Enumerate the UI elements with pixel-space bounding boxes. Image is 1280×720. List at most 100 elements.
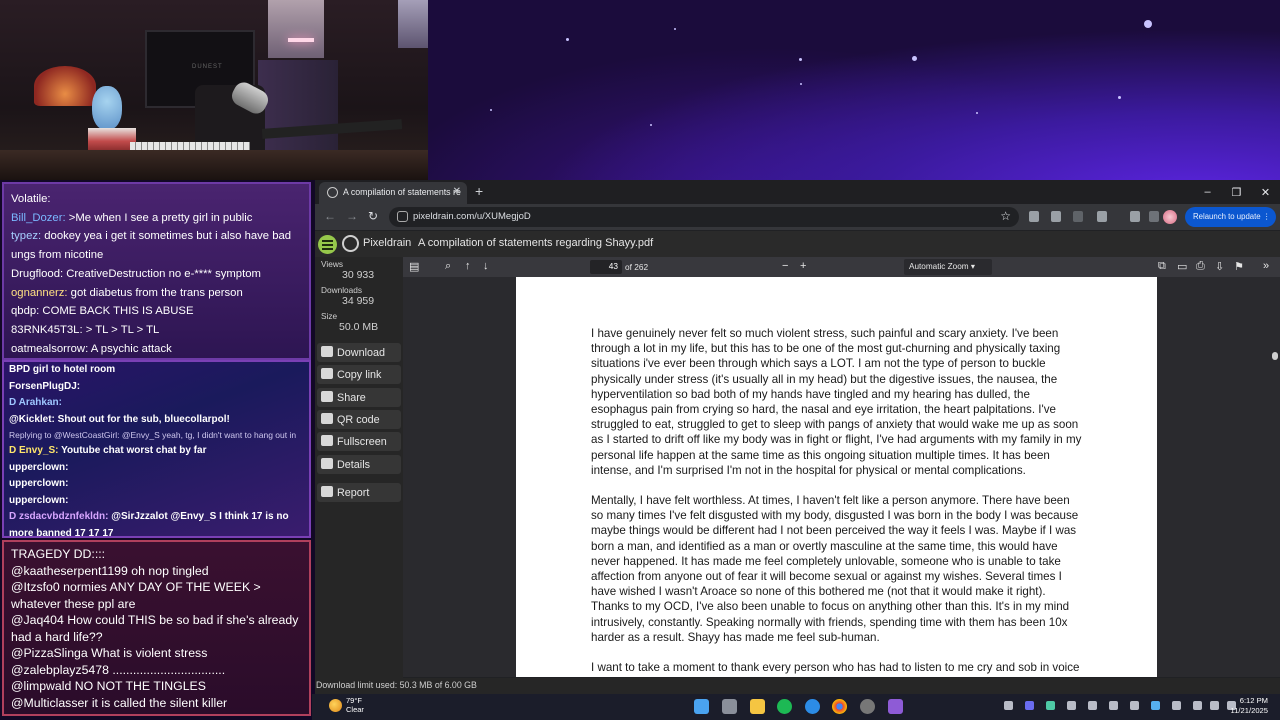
chat-username[interactable]: Drugflood:	[11, 268, 63, 280]
chat-username[interactable]: D Arahkan:	[9, 397, 62, 408]
obs-icon[interactable]	[860, 699, 875, 714]
chat-username[interactable]: typez:	[11, 230, 41, 242]
details-button[interactable]: Details	[317, 455, 401, 474]
chat-username[interactable]: @Itzsfo0	[11, 580, 60, 594]
page-number-input[interactable]: 43	[590, 260, 622, 274]
extension-icon[interactable]	[1029, 211, 1039, 222]
chat-username[interactable]: @Jaq404	[11, 613, 64, 627]
forward-icon[interactable]: →	[346, 209, 358, 223]
presentation-icon[interactable]: ⧉	[1158, 260, 1166, 273]
chrome-icon[interactable]	[832, 699, 847, 714]
zoom-select[interactable]: Automatic Zoom ▾	[904, 259, 992, 275]
chat-username[interactable]: @zalebplayz5478	[11, 663, 109, 677]
sidebar-toggle-icon[interactable]: ▤	[409, 260, 419, 273]
address-bar[interactable]: pixeldrain.com/u/XUMegjoD ☆	[389, 207, 1019, 227]
close-window-icon[interactable]: ✕	[1251, 180, 1280, 204]
chat-username[interactable]: 83RNK45T3L:	[11, 324, 83, 336]
open-file-icon[interactable]: ▭	[1177, 260, 1187, 273]
bookmark-star-icon[interactable]: ☆	[1000, 209, 1011, 223]
download-label: Download	[337, 347, 386, 359]
downloads-value: 34 959	[342, 295, 375, 307]
weather-icon[interactable]	[329, 699, 342, 712]
tray-icon[interactable]	[1046, 701, 1055, 710]
tray-icon[interactable]	[1151, 701, 1160, 710]
chat-username[interactable]: TRAGEDY DD::::	[11, 547, 105, 561]
tab-pdf[interactable]: A compilation of statements re ✕	[319, 182, 467, 204]
previous-page-icon[interactable]: ↑	[465, 260, 471, 272]
network-icon[interactable]	[1193, 701, 1202, 710]
new-tab-icon[interactable]: +	[475, 183, 483, 199]
task-view-icon[interactable]	[722, 699, 737, 714]
extension-icon[interactable]	[1051, 211, 1061, 222]
chat-text: dookey yea i get it sometimes but i also…	[11, 230, 292, 262]
chat-username[interactable]: @limpwald	[11, 679, 71, 693]
report-button[interactable]: Report	[317, 483, 401, 502]
file-explorer-icon[interactable]	[750, 699, 765, 714]
extensions-puzzle-icon[interactable]	[1097, 211, 1107, 222]
profile-avatar[interactable]	[1163, 210, 1177, 224]
chat-username[interactable]: D zsdacvbdznfekldn:	[9, 511, 108, 522]
app-icon[interactable]	[888, 699, 903, 714]
chat-text: oh nop tingled	[127, 563, 209, 578]
next-page-icon[interactable]: ↓	[483, 260, 489, 272]
minimize-icon[interactable]: –	[1193, 180, 1222, 204]
search-icon[interactable]: ⌕	[445, 260, 451, 273]
chat-username[interactable]: Volatile:	[11, 193, 51, 205]
save-icon[interactable]: ⇩	[1215, 260, 1224, 273]
tray-icon[interactable]	[1025, 701, 1034, 710]
site-info-icon[interactable]	[397, 211, 408, 222]
chat-username[interactable]: ognannerz:	[11, 287, 68, 299]
qr-code-button[interactable]: QR code	[317, 410, 401, 429]
chat-message: D zsdacvbdznfekldn: @SirJzzalot @Envy_S …	[9, 509, 304, 536]
chat-username[interactable]: upperclown:	[9, 478, 68, 489]
chat-username[interactable]: qbdp:	[11, 305, 39, 317]
chat-username[interactable]: upperclown:	[9, 462, 68, 473]
extension-icon[interactable]	[1073, 211, 1083, 222]
weather-widget[interactable]: 79°F Clear	[346, 696, 364, 714]
reload-icon[interactable]: ↻	[368, 209, 378, 223]
volume-icon[interactable]	[1210, 701, 1219, 710]
spotify-icon[interactable]	[777, 699, 792, 714]
chat-username[interactable]: @kaatheserpent1199	[11, 564, 128, 578]
tray-icon[interactable]	[1004, 701, 1013, 710]
clock[interactable]: 6:12 PM 11/21/2025	[1231, 696, 1268, 715]
back-icon[interactable]: ←	[324, 209, 336, 223]
chat-username[interactable]: oatmealsorrow:	[11, 343, 88, 355]
more-tools-icon[interactable]: »	[1263, 260, 1269, 272]
chat-message: @Jaq404 How could THIS be so bad if she'…	[11, 612, 303, 645]
chat-username[interactable]: BPD girl to hotel room	[9, 364, 115, 375]
print-icon[interactable]: ⎙	[1196, 260, 1205, 273]
menu-icon[interactable]	[318, 235, 337, 254]
chat-username[interactable]: @PizzaSlinga	[11, 646, 88, 660]
chat-username[interactable]: ForsenPlugDJ:	[9, 381, 80, 392]
bookmark-icon[interactable]: ⚑	[1234, 260, 1244, 273]
edge-icon[interactable]	[805, 699, 820, 714]
chat-username[interactable]: @Multiclasser	[11, 696, 88, 710]
brand-name[interactable]: Pixeldrain	[363, 237, 411, 249]
zoom-in-icon[interactable]: +	[800, 260, 806, 272]
pdf-viewer[interactable]: I have genuinely never felt so much viol…	[403, 277, 1280, 677]
extension-icon[interactable]	[1149, 211, 1159, 222]
scrollbar-thumb[interactable]	[1272, 352, 1278, 360]
chat-username[interactable]: @Kicklet:	[9, 414, 55, 425]
restore-icon[interactable]: ❐	[1222, 180, 1251, 204]
chat-username[interactable]: D Envy_S:	[9, 445, 58, 456]
zoom-out-icon[interactable]: −	[782, 260, 788, 272]
chat-message: @zalebplayz5478 ........................…	[11, 662, 303, 679]
tab-search-icon[interactable]	[1130, 211, 1140, 222]
share-button[interactable]: Share	[317, 388, 401, 407]
close-tab-icon[interactable]: ✕	[453, 186, 461, 197]
tray-icon[interactable]	[1067, 701, 1076, 710]
clock-date: 11/21/2025	[1230, 705, 1268, 715]
chat-username[interactable]: upperclown:	[9, 495, 68, 506]
tray-icon[interactable]	[1130, 701, 1139, 710]
download-button[interactable]: Download	[317, 343, 401, 362]
tray-icon[interactable]	[1088, 701, 1097, 710]
copy-link-button[interactable]: Copy link	[317, 365, 401, 384]
tray-icon[interactable]	[1172, 701, 1181, 710]
fullscreen-button[interactable]: Fullscreen	[317, 432, 401, 451]
start-icon[interactable]	[694, 699, 709, 714]
relaunch-button[interactable]: Relaunch to update ⋮	[1185, 207, 1276, 227]
steam-icon[interactable]	[1109, 701, 1118, 710]
chat-username[interactable]: Bill_Dozer:	[11, 212, 66, 224]
